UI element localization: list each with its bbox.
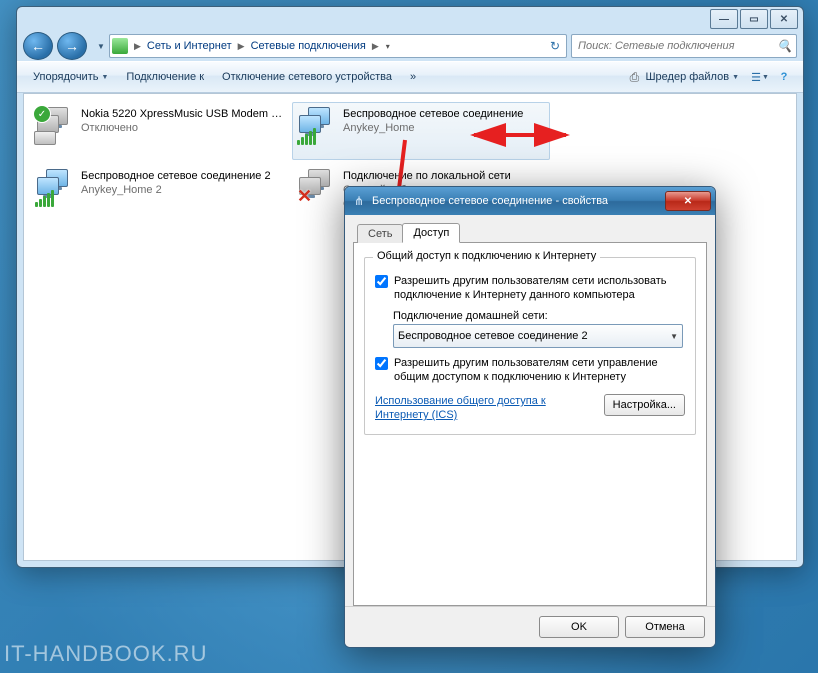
allow-sharing-label: Разрешить другим пользователям сети испо…	[394, 274, 685, 302]
refresh-button[interactable]: ↻	[546, 37, 564, 55]
search-box[interactable]: 🔍	[571, 34, 797, 58]
toolbar-organize[interactable]: Упорядочить ▼	[25, 68, 116, 86]
toolbar-overflow[interactable]: »	[402, 68, 424, 86]
explorer-titlebar: — ▭ ✕	[17, 7, 803, 31]
ics-link[interactable]: Использование общего доступа к Интернету…	[375, 394, 565, 422]
forward-button[interactable]: →	[57, 32, 87, 60]
groupbox-legend: Общий доступ к подключению к Интернету	[373, 250, 600, 262]
dialog-title-text: Беспроводное сетевое соединение - свойст…	[372, 195, 665, 207]
settings-button[interactable]: Настройка...	[604, 394, 685, 416]
disconnected-icon: ✕	[297, 186, 312, 207]
shredder-icon: ⎙	[626, 69, 642, 85]
toolbar-shredder-label: Шредер файлов	[645, 71, 729, 83]
toolbar-disable-label: Отключение сетевого устройства	[222, 71, 392, 83]
close-button[interactable]: ✕	[770, 9, 798, 29]
tab-panel: Общий доступ к подключению к Интернету Р…	[353, 242, 707, 606]
connection-network: Anykey_Home	[343, 121, 523, 135]
nav-history-dropdown[interactable]: ▼	[91, 37, 105, 55]
select-value: Беспроводное сетевое соединение 2	[398, 330, 588, 342]
signal-icon	[35, 190, 54, 207]
breadcrumb-seg-2[interactable]: Сетевые подключения	[247, 35, 370, 57]
breadcrumb-seg-1[interactable]: Сеть и Интернет	[143, 35, 236, 57]
toolbar-connect-to[interactable]: Подключение к	[118, 68, 212, 86]
connection-item-wireless-2[interactable]: Беспроводное сетевое соединение 2 Anykey…	[30, 164, 288, 222]
toolbar-more-label: »	[410, 71, 416, 83]
view-icon: ☰	[751, 71, 761, 84]
dialog-buttons: OK Отмена	[345, 606, 715, 647]
chevron-right-icon: ▶	[236, 41, 247, 52]
help-button[interactable]: ?	[773, 66, 795, 88]
dialog-close-button[interactable]: ✕	[665, 191, 711, 211]
properties-dialog: ⋔ Беспроводное сетевое соединение - свой…	[344, 186, 716, 648]
toolbar-connect-label: Подключение к	[126, 71, 204, 83]
allow-sharing-checkbox[interactable]	[375, 275, 388, 288]
home-network-select[interactable]: Беспроводное сетевое соединение 2 ▼	[393, 324, 683, 348]
chevron-right-icon: ▶	[370, 41, 381, 52]
allow-sharing-row[interactable]: Разрешить другим пользователям сети испо…	[375, 274, 685, 302]
watermark: IT-HANDBOOK.RU	[4, 641, 207, 667]
tab-network[interactable]: Сеть	[357, 224, 403, 243]
minimize-button[interactable]: —	[710, 9, 738, 29]
allow-control-checkbox[interactable]	[375, 357, 388, 370]
connection-title: Беспроводное сетевое соединение 2	[81, 169, 271, 183]
maximize-button[interactable]: ▭	[740, 9, 768, 29]
connection-item-modem[interactable]: ✓ Nokia 5220 XpressMusic USB Modem (OTA)…	[30, 102, 288, 160]
chevron-down-icon: ▼	[762, 74, 769, 81]
wireless-icon	[297, 107, 337, 147]
chevron-down-icon: ▼	[670, 332, 678, 341]
toolbar-disable-device[interactable]: Отключение сетевого устройства	[214, 68, 400, 86]
chevron-right-icon: ▶	[132, 41, 143, 52]
help-icon: ?	[781, 71, 788, 83]
arrow-left-icon: ←	[31, 38, 45, 54]
allow-control-label: Разрешить другим пользователям сети упра…	[394, 356, 685, 384]
tab-sharing[interactable]: Доступ	[402, 223, 460, 243]
wireless-icon	[35, 169, 75, 209]
toolbar: Упорядочить ▼ Подключение к Отключение с…	[17, 61, 803, 93]
network-icon	[112, 38, 128, 54]
signal-icon	[297, 128, 316, 145]
back-button[interactable]: ←	[23, 32, 53, 60]
modem-icon: ✓	[35, 107, 75, 147]
search-icon: 🔍	[777, 39, 792, 53]
connection-item-wireless-1[interactable]: Беспроводное сетевое соединение Anykey_H…	[292, 102, 550, 160]
arrow-right-icon: →	[65, 38, 79, 54]
cancel-button[interactable]: Отмена	[625, 616, 705, 638]
ok-button[interactable]: OK	[539, 616, 619, 638]
connection-title: Беспроводное сетевое соединение	[343, 107, 523, 121]
connection-network: Anykey_Home 2	[81, 183, 271, 197]
allow-control-row[interactable]: Разрешить другим пользователям сети упра…	[375, 356, 685, 384]
dialog-titlebar: ⋔ Беспроводное сетевое соединение - свой…	[345, 187, 715, 215]
chevron-down-icon: ▼	[101, 74, 108, 81]
search-input[interactable]	[576, 39, 792, 53]
chevron-down-icon: ▼	[732, 74, 739, 81]
lan-icon: ✕	[297, 169, 337, 209]
connection-title: Nokia 5220 XpressMusic USB Modem (OTA)	[81, 107, 283, 121]
wireless-icon: ⋔	[351, 193, 367, 209]
connection-title: Подключение по локальной сети	[343, 169, 525, 183]
home-network-label: Подключение домашней сети:	[393, 310, 685, 322]
breadcrumb-dropdown[interactable]: ▾	[381, 42, 395, 51]
connection-status: Отключено	[81, 121, 283, 135]
sharing-groupbox: Общий доступ к подключению к Интернету Р…	[364, 257, 696, 435]
view-button[interactable]: ☰ ▼	[749, 66, 771, 88]
check-icon: ✓	[33, 105, 51, 123]
nav-row: ← → ▼ ▶ Сеть и Интернет ▶ Сетевые подклю…	[17, 31, 803, 61]
toolbar-shredder[interactable]: ⎙ Шредер файлов ▼	[618, 66, 747, 88]
breadcrumb[interactable]: ▶ Сеть и Интернет ▶ Сетевые подключения …	[109, 34, 567, 58]
toolbar-organize-label: Упорядочить	[33, 71, 98, 83]
tabs: Сеть Доступ	[345, 215, 715, 242]
